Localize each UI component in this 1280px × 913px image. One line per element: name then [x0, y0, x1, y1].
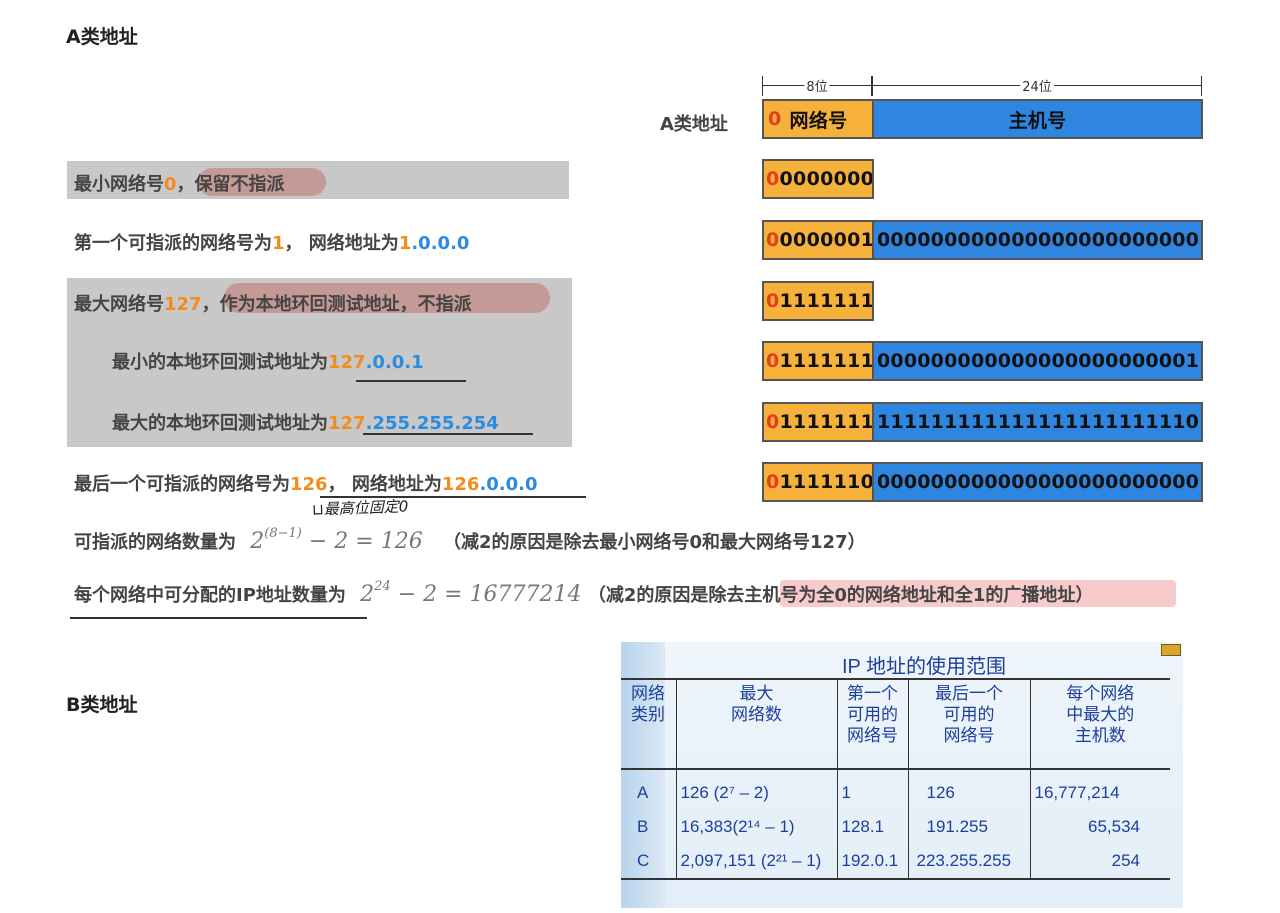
underline-host-count	[70, 617, 367, 619]
line-min-network: 最小网络号0，保留不指派	[74, 174, 285, 195]
header-net-cell: 0 网络号	[762, 99, 874, 139]
header-host-cell: 主机号	[872, 99, 1203, 139]
ip-table-title: IP 地址的使用范围	[841, 656, 1007, 678]
section-b-title: B类地址	[66, 694, 138, 716]
row6-net: 0 1111110	[762, 462, 874, 502]
row2-net: 0 0000001	[762, 220, 874, 260]
underline-max-loopback	[363, 433, 533, 435]
row2-host: 000000000000000000000000	[872, 220, 1203, 260]
col-last-network: 最后一个 可用的 网络号	[907, 679, 1030, 769]
row4-host: 000000000000000000000001	[872, 341, 1203, 381]
line-last-network: 最后一个可指派的网络号为126， 网络地址为126.0.0.0	[74, 474, 538, 495]
row3-net: 0 1111111	[762, 281, 874, 321]
line-network-count: 可指派的网络数量为 2(8−1) − 2 = 126 （减2的原因是除去最小网络…	[74, 525, 866, 554]
col-first-network: 第一个 可用的 网络号	[836, 679, 908, 769]
ip-range-table: 网络 类别 最大 网络数 第一个 可用的 网络号 最后一个 可用的 网络号 每个网络 中最大的…	[621, 678, 1170, 880]
line-min-loopback: 最小的本地环回测试地址为127.0.0.1	[112, 352, 424, 373]
ip-range-table-slide: IP 地址的使用范围 网络 类别 最大 网络数 第一个 可用的 网络号 最后一个 可用的网…	[621, 642, 1183, 908]
dim-net-bits: 8位	[762, 76, 872, 96]
line-max-network: 最大网络号127，作为本地环回测试地址，不指派	[74, 294, 472, 315]
line-host-count: 每个网络中可分配的IP地址数量为 224 − 2 = 16777214 （减2的…	[74, 578, 1094, 607]
col-class: 网络 类别	[631, 684, 665, 724]
table-row: A 126 (2⁷ – 2) 1 126 16,777,214	[621, 769, 1170, 810]
table-row: C 2,097,151 (2²¹ – 1) 192.0.1 223.255.25…	[621, 844, 1170, 879]
col-max-hosts: 每个网络 中最大的 主机数	[1029, 679, 1170, 769]
row1-net: 0 0000000	[762, 159, 874, 199]
row5-host: 111111111111111111111110	[872, 402, 1203, 442]
row4-net: 0 1111111	[762, 341, 874, 381]
section-a-title: A类地址	[66, 26, 138, 48]
row6-host: 000000000000000000000000	[872, 462, 1203, 502]
line-max-loopback: 最大的本地环回测试地址为127.255.255.254	[112, 413, 499, 434]
table-row: B 16,383(2¹⁴ – 1) 128.1 191.255 65,534	[621, 810, 1170, 844]
col-max-networks: 最大 网络数	[675, 679, 837, 769]
line-first-network: 第一个可指派的网络号为1， 网络地址为1.0.0.0	[74, 233, 470, 254]
row5-net: 0 1111111	[762, 402, 874, 442]
underline-min-loopback	[356, 380, 466, 382]
dim-host-bits: 24位	[872, 76, 1202, 96]
diagram-label: A类地址	[660, 114, 728, 135]
handwritten-note: ⊔最高位固定0	[311, 497, 409, 519]
